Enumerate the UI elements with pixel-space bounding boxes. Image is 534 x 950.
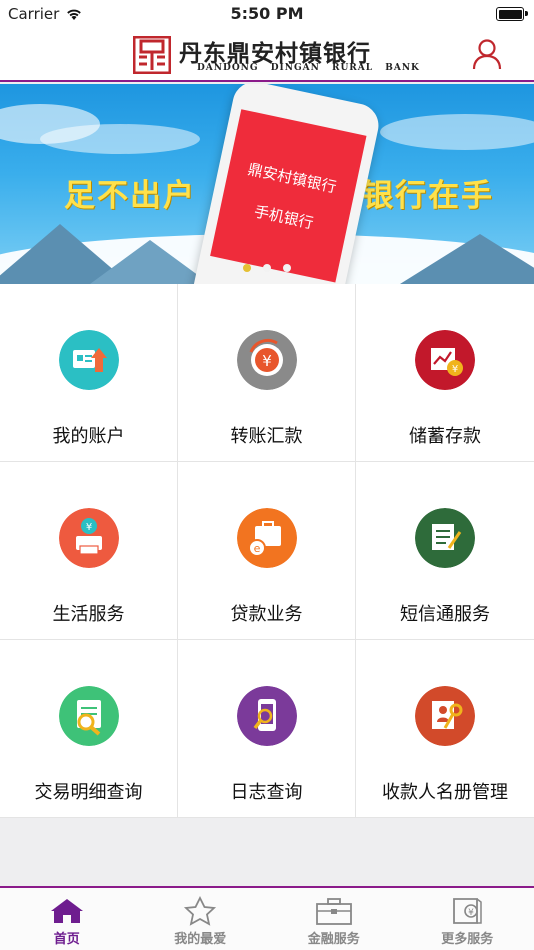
transfer-icon: ¥: [236, 330, 297, 390]
status-time: 5:50 PM: [230, 4, 304, 23]
phone-line2: 手机银行: [252, 202, 315, 233]
phone-line1: 鼎安村镇银行: [246, 160, 338, 197]
tab-home[interactable]: 首页: [0, 888, 134, 950]
service-label: 短信通服务: [400, 604, 490, 625]
svg-text:e: e: [253, 542, 260, 555]
banner-pager: [0, 264, 534, 272]
cloud-decoration: [380, 114, 534, 150]
service-sms[interactable]: 短信通服务: [356, 462, 534, 640]
banner-slogan-right: 银行在手: [362, 178, 494, 214]
svg-text:¥: ¥: [452, 364, 458, 375]
svg-text:¥: ¥: [468, 908, 474, 918]
tab-label: 我的最爱: [174, 932, 227, 947]
tab-more-services[interactable]: ¥ 更多服务: [401, 888, 534, 950]
mountain-decoration: [400, 234, 534, 284]
tab-label: 金融服务: [307, 932, 360, 947]
phone-screen: 鼎安村镇银行 手机银行: [210, 109, 367, 283]
briefcase-icon: [315, 898, 352, 925]
service-my-account[interactable]: 我的账户: [0, 284, 178, 462]
service-label: 生活服务: [52, 604, 125, 625]
ding-logo-icon: [133, 36, 171, 74]
home-icon: [50, 899, 83, 923]
service-grid: 我的账户 ¥ 转账汇款 ¥ 储蓄存款 ¥ 生活服务 e 贷款业务 短信通服务 交…: [0, 284, 534, 818]
service-label: 转账汇款: [230, 426, 303, 447]
transaction-query-icon: [58, 686, 119, 746]
tab-label: 首页: [53, 932, 80, 947]
service-label: 我的账户: [52, 426, 125, 447]
service-label: 储蓄存款: [409, 426, 481, 447]
promo-banner[interactable]: 足不出户 银行在手 鼎安村镇银行 手机银行: [0, 84, 534, 284]
account-icon: [58, 330, 119, 390]
service-payee-management[interactable]: 收款人名册管理: [356, 640, 534, 818]
service-log-query[interactable]: 日志查询: [178, 640, 356, 818]
status-bar: Carrier 5:50 PM: [0, 0, 534, 28]
mountain-decoration: [90, 240, 210, 284]
service-label: 贷款业务: [230, 604, 303, 625]
service-label: 收款人名册管理: [382, 782, 508, 803]
pager-dot[interactable]: [243, 264, 251, 272]
tab-financial-services[interactable]: 金融服务: [267, 888, 401, 950]
log-query-icon: [236, 686, 297, 746]
star-icon: [184, 896, 217, 926]
service-life[interactable]: ¥ 生活服务: [0, 462, 178, 640]
tab-favorites[interactable]: 我的最爱: [134, 888, 268, 950]
tab-label: 更多服务: [441, 932, 494, 947]
more-services-icon: ¥: [453, 898, 482, 924]
service-transaction-query[interactable]: 交易明细查询: [0, 640, 178, 818]
payee-management-icon: [415, 686, 475, 746]
user-icon[interactable]: [472, 38, 502, 70]
life-service-icon: ¥: [58, 508, 119, 568]
savings-icon: ¥: [415, 330, 475, 390]
pager-dot[interactable]: [283, 264, 291, 272]
sms-icon: [415, 508, 475, 568]
service-label: 交易明细查询: [34, 782, 143, 803]
svg-text:¥: ¥: [262, 352, 272, 370]
pager-dot[interactable]: [263, 264, 271, 272]
app-header: 丹东鼎安村镇银行 DANDONG DINGAN RURAL BANK: [0, 28, 534, 82]
bottom-tab-bar: 首页 我的最爱 金融服务 ¥ 更多服务: [0, 886, 534, 950]
battery-icon: [496, 7, 528, 21]
service-loan[interactable]: e 贷款业务: [178, 462, 356, 640]
loan-icon: e: [236, 508, 297, 568]
banner-slogan-left: 足不出户: [64, 178, 196, 214]
cloud-decoration: [40, 124, 200, 154]
service-transfer[interactable]: ¥ 转账汇款: [178, 284, 356, 462]
svg-text:¥: ¥: [85, 522, 91, 533]
bank-name-en: DANDONG DINGAN RURAL BANK: [197, 63, 420, 73]
service-savings[interactable]: ¥ 储蓄存款: [356, 284, 534, 462]
service-label: 日志查询: [230, 782, 303, 803]
